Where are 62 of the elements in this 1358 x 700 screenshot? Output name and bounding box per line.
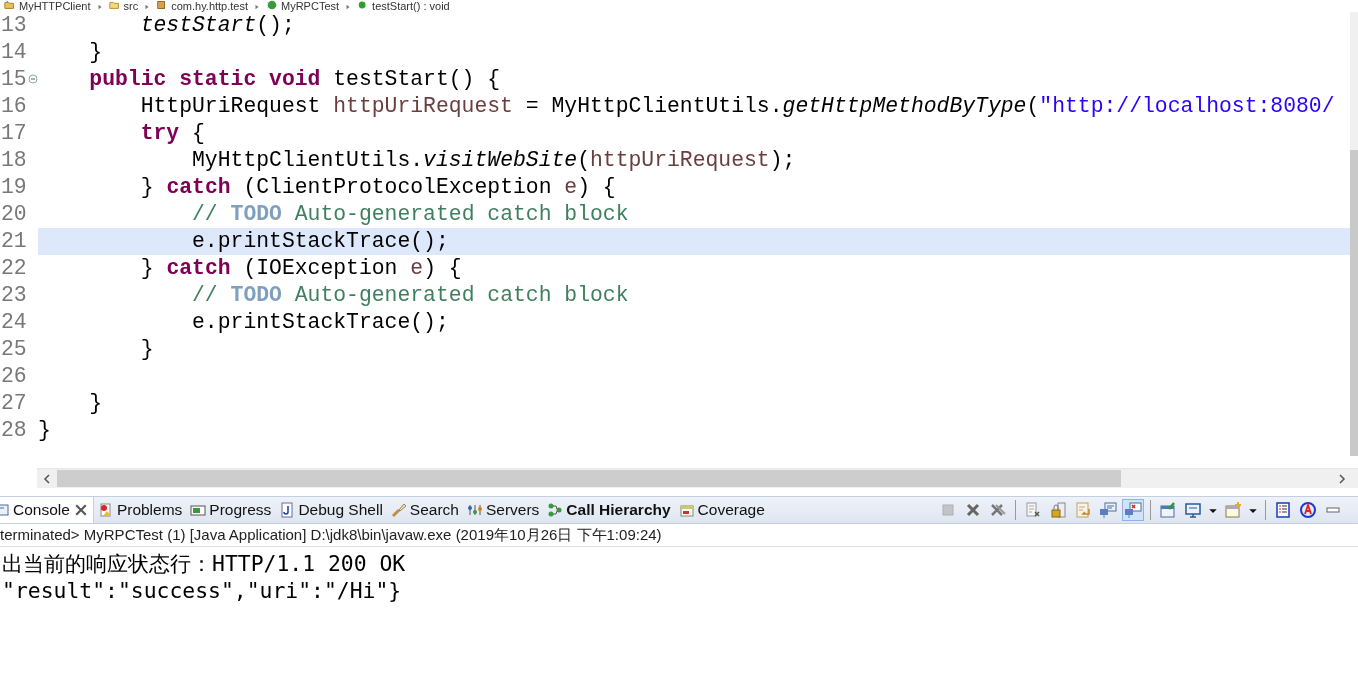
collapse-icon[interactable] xyxy=(28,74,38,84)
line-number: 23 xyxy=(1,282,27,309)
monitor-icon xyxy=(1099,501,1117,519)
chevron-icon xyxy=(144,4,151,10)
stop-icon xyxy=(939,501,957,519)
line-number: 20 xyxy=(1,201,27,228)
view-tab[interactable]: Progress xyxy=(186,497,276,523)
pin-window-icon xyxy=(1159,501,1177,519)
chevron-icon xyxy=(96,4,103,10)
line-number: 16 xyxy=(1,93,27,120)
line-number: 18 xyxy=(1,147,27,174)
window-icon xyxy=(678,502,695,518)
view-tab[interactable]: Debug Shell xyxy=(275,497,387,523)
document-icon xyxy=(279,502,296,518)
line-number: 15 xyxy=(1,66,27,93)
breadcrumb-item[interactable]: MyHTTPClient xyxy=(19,0,91,12)
line-number: 22 xyxy=(1,255,27,282)
scroll-right-icon[interactable] xyxy=(1336,472,1348,485)
line-number: 17 xyxy=(1,120,27,147)
breadcrumb-item[interactable]: MyRPCTest xyxy=(281,0,340,12)
line-number: 27 xyxy=(1,390,27,417)
toolbar-button[interactable] xyxy=(1097,499,1119,521)
toolbar-button[interactable] xyxy=(1297,499,1319,521)
line-number: 26 xyxy=(1,363,27,390)
monitor-icon xyxy=(1184,501,1202,519)
console-output-line: "result":"success","uri":"/Hi"} xyxy=(2,577,403,604)
toolbar-button[interactable] xyxy=(1122,499,1144,521)
view-tab[interactable]: Search xyxy=(386,497,463,523)
line-number: 24 xyxy=(1,309,27,336)
new-window-icon xyxy=(1224,501,1242,519)
problems-icon xyxy=(97,502,114,518)
padlock-icon xyxy=(1049,501,1067,519)
chevron-icon xyxy=(254,4,260,10)
view-tab[interactable]: Servers xyxy=(462,497,544,523)
server-icon xyxy=(466,502,483,518)
horizontal-scrollbar[interactable] xyxy=(37,468,1358,488)
console-description: terminated> MyRPCTest (1) [Java Application] D:\jdk8\bin\javaw.exe (2019年10月26日 下午1:09:24) xyxy=(0,525,662,545)
view-tab[interactable]: Problems xyxy=(93,497,187,523)
progress-bar-icon xyxy=(190,502,207,518)
console-output-line: 出当前的响应状态行：HTTP/1.1 200 OK xyxy=(2,550,407,577)
close-icon xyxy=(964,501,982,519)
vertical-scrollbar[interactable] xyxy=(1350,12,1358,456)
line-number: 28 xyxy=(1,417,27,444)
hierarchy-icon xyxy=(547,502,564,518)
breadcrumb-item[interactable]: testStart() : void xyxy=(372,0,450,12)
view-tab[interactable]: Call Hierarchy xyxy=(543,497,675,523)
spell-check-icon xyxy=(1299,501,1317,519)
chevron-icon xyxy=(345,4,352,10)
view-tab[interactable]: Console xyxy=(0,497,94,523)
clear-document-icon xyxy=(1024,501,1042,519)
list-document-icon xyxy=(1274,501,1292,519)
line-number: 14 xyxy=(1,39,27,66)
monitor-error-icon xyxy=(1124,501,1142,519)
line-number: 13 xyxy=(1,12,27,39)
line-number: 21 xyxy=(1,228,27,255)
breadcrumb-item[interactable]: src xyxy=(123,0,139,12)
breadcrumb-item[interactable]: com.hy.http.test xyxy=(171,0,248,12)
scroll-left-icon[interactable] xyxy=(41,472,53,485)
line-number: 25 xyxy=(1,336,27,363)
line-number: 19 xyxy=(1,174,27,201)
flashlight-icon xyxy=(390,502,407,518)
view-tab[interactable]: Coverage xyxy=(674,497,769,523)
